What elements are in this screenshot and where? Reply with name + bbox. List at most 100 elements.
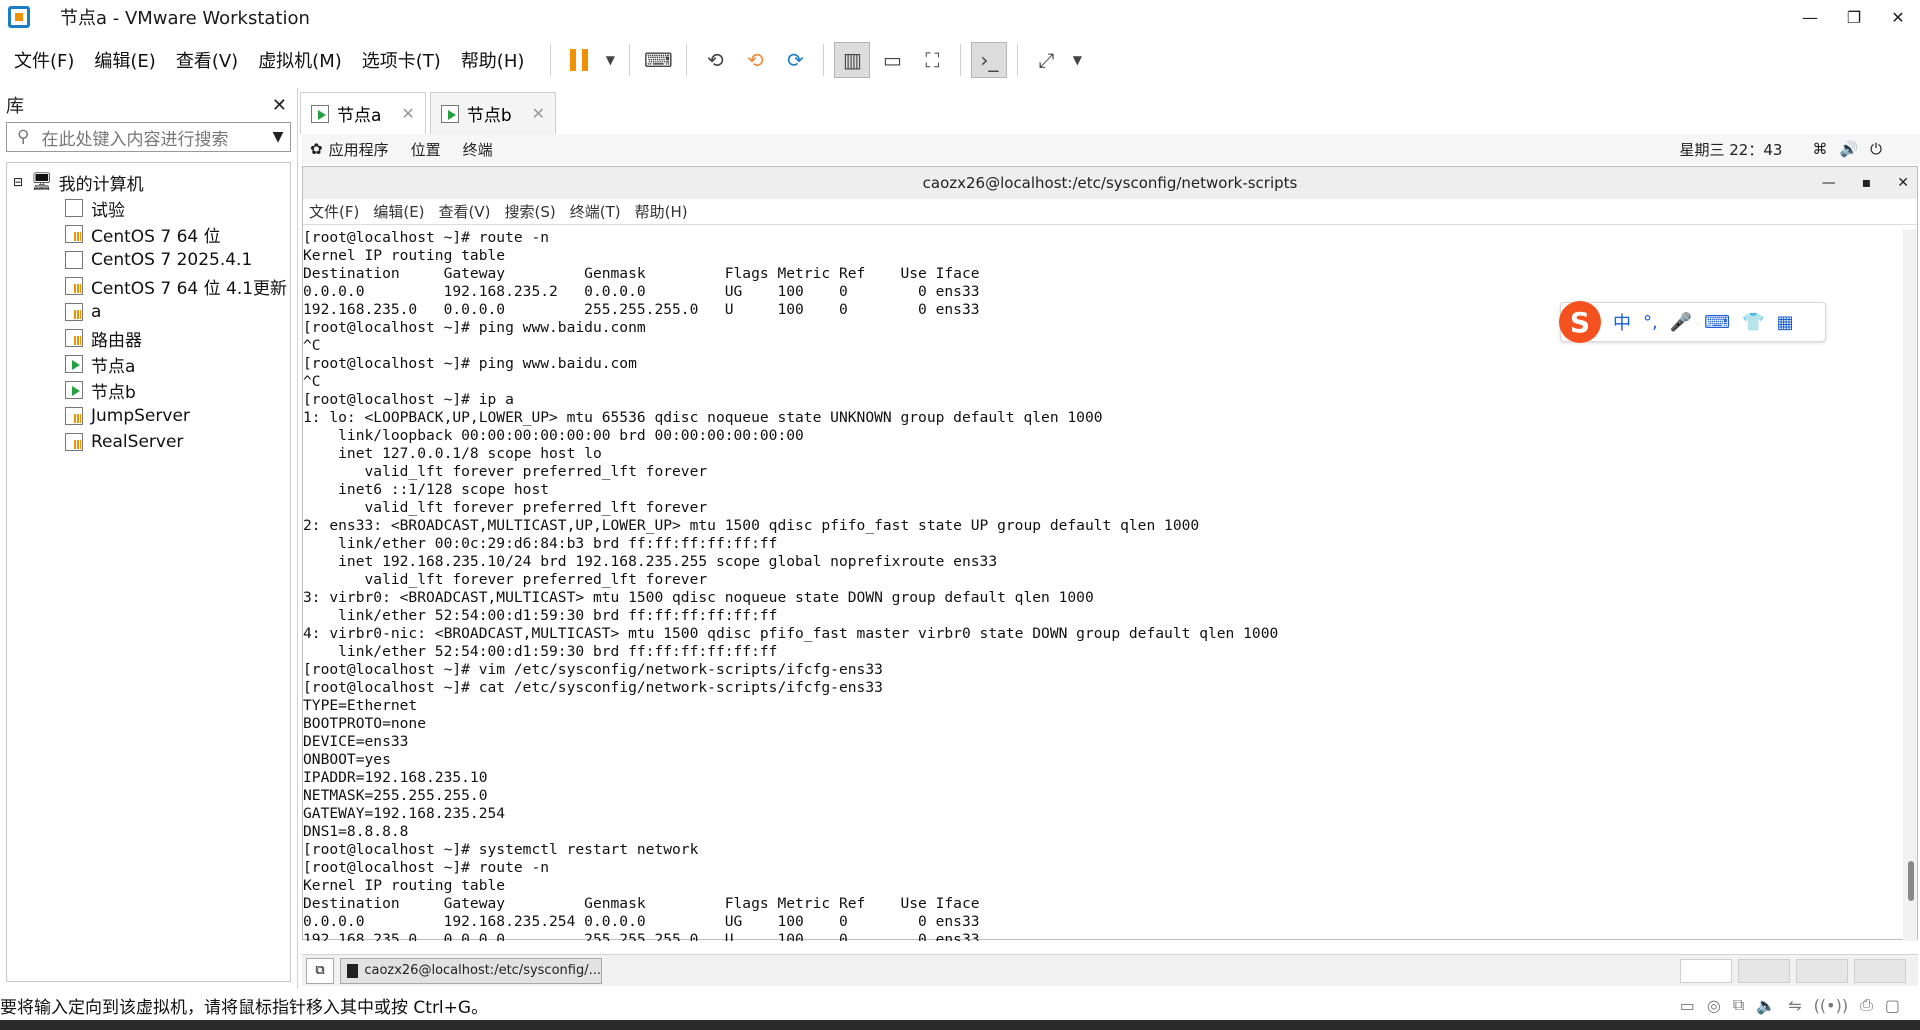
tree-root-my-computer[interactable]: ⊟ 🖥 我的计算机: [7, 169, 290, 195]
workspace-4[interactable]: [1854, 959, 1906, 983]
close-icon[interactable]: ✕: [1876, 0, 1920, 34]
gnome-clock[interactable]: 星期三 22：43: [1679, 139, 1782, 160]
menu-help[interactable]: 帮助(H): [461, 47, 525, 73]
pause-button[interactable]: [561, 42, 597, 78]
message-icon[interactable]: ▢: [1885, 996, 1900, 1015]
maximize-icon[interactable]: ▪: [1862, 175, 1872, 191]
window-title: 节点a - VMware Workstation: [60, 8, 310, 29]
term-menu-file[interactable]: 文件(F): [309, 201, 359, 222]
terminal-line: [root@localhost ~]# ip a: [303, 391, 514, 408]
term-menu-search[interactable]: 搜索(S): [505, 201, 556, 222]
host-taskbar-edge: [0, 1020, 1920, 1030]
library-view-icon[interactable]: ▥: [834, 42, 871, 78]
sound-icon[interactable]: 🔈: [1756, 996, 1776, 1015]
terminal-line: Kernel IP routing table: [303, 877, 506, 894]
power-icon[interactable]: ⏻: [1870, 140, 1882, 158]
terminal-titlebar: caozx26@localhost:/etc/sysconfig/network…: [303, 167, 1917, 199]
cd-icon[interactable]: ◎: [1707, 996, 1721, 1015]
terminal-scrollbar[interactable]: [1903, 229, 1917, 941]
toolbar-separator: [960, 44, 962, 76]
grid-icon[interactable]: ▦: [1777, 312, 1794, 333]
tree-item[interactable]: RealServer: [7, 429, 290, 455]
tree-item[interactable]: 节点a: [7, 351, 290, 377]
revert-snapshot-icon[interactable]: ⟲: [737, 42, 773, 78]
printer-icon[interactable]: ⎙: [1860, 995, 1873, 1015]
chevron-down-icon[interactable]: ▼: [266, 129, 290, 145]
toolbar-separator: [1017, 44, 1019, 76]
tree-item[interactable]: 路由器: [7, 325, 290, 351]
console-view-icon[interactable]: ›_: [971, 42, 1008, 78]
ime-punct[interactable]: °,: [1643, 312, 1658, 333]
terminal-title: caozx26@localhost:/etc/sysconfig/network…: [922, 174, 1298, 192]
terminal-line: IPADDR=192.168.235.10: [303, 769, 488, 786]
usb-icon[interactable]: ⇋: [1788, 996, 1801, 1015]
tree-item[interactable]: CentOS 7 2025.4.1: [7, 247, 290, 273]
tree-item-label: CentOS 7 64 位 4.1更新: [91, 278, 288, 299]
tree-item[interactable]: 试验: [7, 195, 290, 221]
menu-file[interactable]: 文件(F): [14, 47, 74, 73]
tab-node-a[interactable]: 节点a ✕: [300, 92, 426, 134]
terminal-line: valid_lft forever preferred_lft forever: [303, 499, 708, 516]
tree-item[interactable]: CentOS 7 64 位 4.1更新: [7, 273, 290, 299]
volume-icon[interactable]: 🔊: [1839, 140, 1858, 158]
gnome-apps-icon: ✿: [310, 140, 323, 158]
menu-view[interactable]: 查看(V): [176, 47, 238, 73]
tree-item[interactable]: a: [7, 299, 290, 325]
show-desktop-button[interactable]: ⧉: [306, 957, 334, 984]
chevron-down-icon[interactable]: ▼: [1068, 42, 1086, 78]
stretch-icon[interactable]: ⤢: [1028, 42, 1064, 78]
hdd-icon[interactable]: ▭: [1680, 996, 1695, 1015]
term-menu-terminal[interactable]: 终端(T): [570, 201, 621, 222]
gnome-menu-apps[interactable]: 应用程序: [329, 139, 389, 160]
minimize-icon[interactable]: —: [1822, 175, 1836, 191]
toolbar-separator: [686, 44, 688, 76]
collapse-icon[interactable]: ⊟: [13, 175, 23, 189]
terminal-line: link/ether 52:54:00:d1:59:30 brd ff:ff:f…: [303, 643, 778, 660]
close-icon[interactable]: ✕: [401, 104, 414, 123]
microphone-icon[interactable]: 🎤: [1670, 312, 1692, 333]
tree-item[interactable]: CentOS 7 64 位: [7, 221, 290, 247]
minimize-icon[interactable]: —: [1788, 0, 1832, 34]
close-icon[interactable]: ✕: [272, 95, 287, 116]
thumbnail-view-icon[interactable]: ▭: [874, 42, 910, 78]
vm-console[interactable]: ✿ 应用程序 位置 终端 星期三 22：43 ⌘ 🔊 ⏻ caozx26@loc…: [302, 134, 1920, 986]
bluetooth-icon[interactable]: ((•)): [1814, 996, 1848, 1015]
terminal-line: 0.0.0.0 192.168.235.254 0.0.0.0 UG 100 0…: [303, 913, 980, 930]
tab-node-b[interactable]: 节点b ✕: [429, 92, 557, 134]
ime-mode[interactable]: 中: [1613, 309, 1631, 335]
keyboard-icon[interactable]: ⌨: [1704, 312, 1730, 333]
library-search-input[interactable]: ⚲ 在此处键入内容进行搜索 ▼: [6, 122, 291, 152]
vm-running-icon: [65, 381, 83, 399]
workspace-2[interactable]: [1738, 959, 1790, 983]
chevron-down-icon[interactable]: ▼: [601, 42, 619, 78]
vm-off-icon: [65, 329, 83, 347]
workspace-3[interactable]: [1796, 959, 1848, 983]
fullscreen-icon[interactable]: ⛶: [914, 42, 950, 78]
gnome-menu-places[interactable]: 位置: [411, 139, 441, 160]
ime-toolbar[interactable]: S 中 °, 🎤 ⌨ 👕 ▦: [1559, 301, 1826, 343]
snapshot-icon[interactable]: ⟲: [697, 42, 733, 78]
snapshot-manager-icon[interactable]: ⟳: [777, 42, 813, 78]
toolbar-separator: [550, 44, 552, 76]
close-icon[interactable]: ✕: [532, 104, 545, 123]
menu-tabs[interactable]: 选项卡(T): [362, 47, 441, 73]
term-menu-edit[interactable]: 编辑(E): [373, 201, 424, 222]
maximize-icon[interactable]: ❐: [1832, 0, 1876, 34]
send-keys-icon[interactable]: ⌨: [640, 42, 676, 78]
tree-item[interactable]: 节点b: [7, 377, 290, 403]
menu-vm[interactable]: 虚拟机(M): [258, 47, 342, 73]
term-menu-view[interactable]: 查看(V): [439, 201, 491, 222]
tree-item[interactable]: JumpServer: [7, 403, 290, 429]
taskbar-terminal-button[interactable]: caozx26@localhost:/etc/sysconfig/...: [340, 957, 602, 984]
skin-icon[interactable]: 👕: [1742, 312, 1764, 333]
network-icon[interactable]: ⌘: [1812, 140, 1827, 158]
menu-edit[interactable]: 编辑(E): [94, 47, 155, 73]
terminal-window[interactable]: caozx26@localhost:/etc/sysconfig/network…: [302, 166, 1918, 941]
workspace-1[interactable]: [1680, 959, 1732, 983]
gnome-menu-terminal[interactable]: 终端: [463, 139, 493, 160]
tree-item-label: 试验: [91, 200, 125, 221]
network-adapter-icon[interactable]: ⧉: [1733, 995, 1744, 1015]
term-menu-help[interactable]: 帮助(H): [635, 201, 688, 222]
vm-off-icon: [65, 303, 83, 321]
close-icon[interactable]: ✕: [1897, 175, 1909, 191]
